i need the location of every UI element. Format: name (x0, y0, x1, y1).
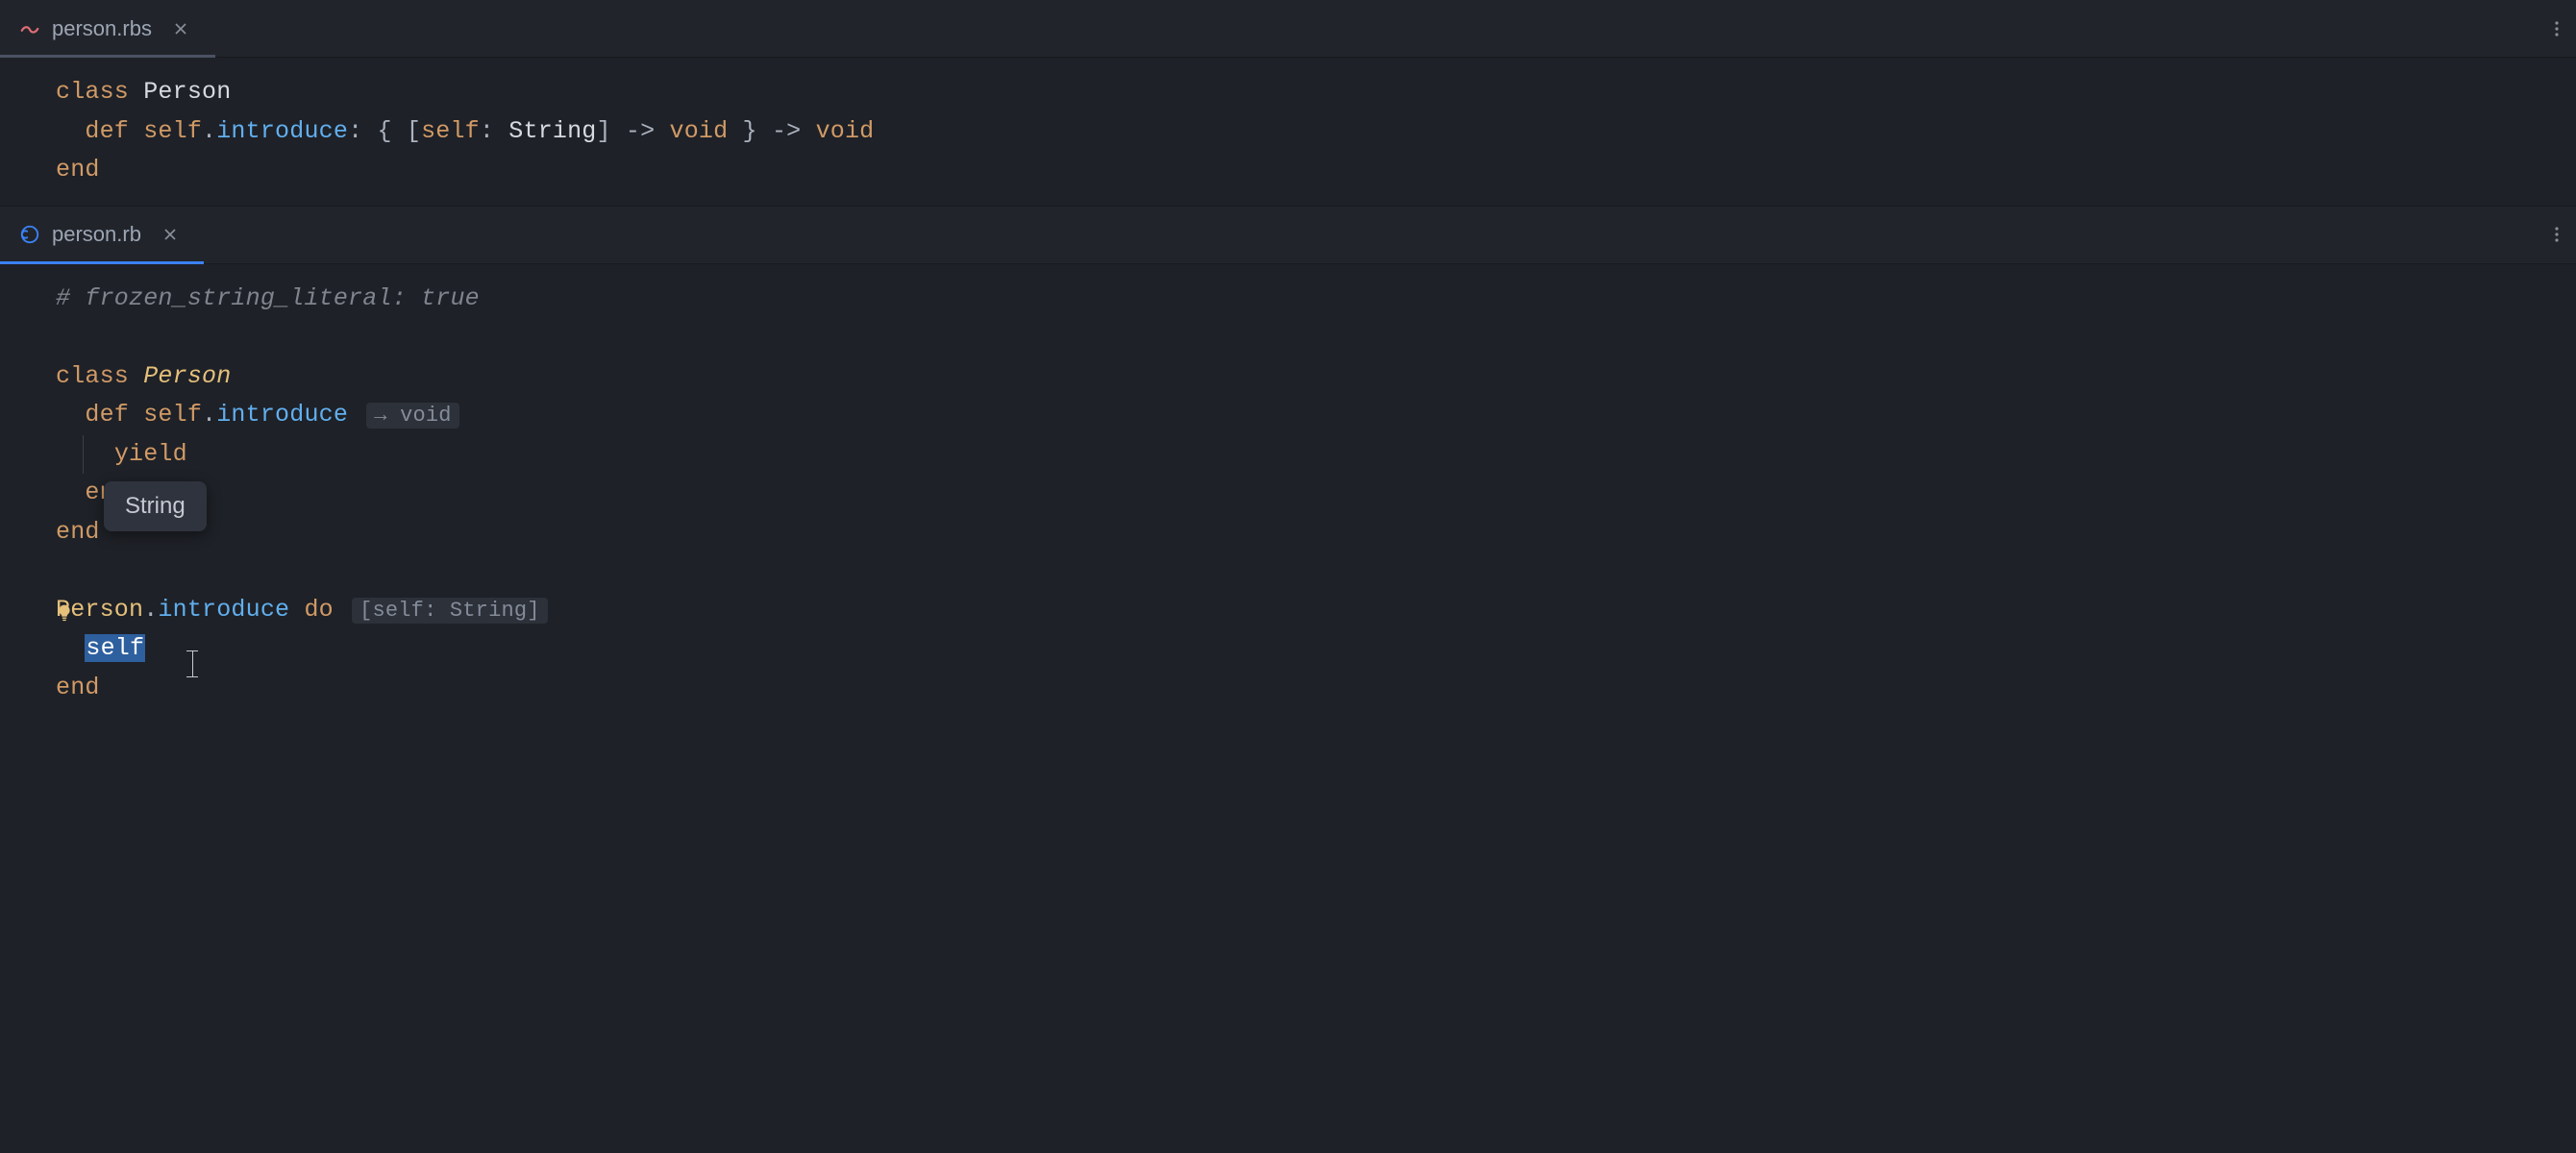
code-line[interactable]: def self.introduce: { [self: String] -> … (56, 112, 2576, 152)
token (129, 117, 143, 145)
token: self (143, 117, 202, 145)
token (129, 78, 143, 106)
code-line[interactable]: self (56, 629, 2576, 669)
code-area[interactable]: # frozen_string_literal: true class Pers… (0, 264, 2576, 724)
code-line[interactable] (56, 318, 2576, 357)
inlay-hint: → void (366, 403, 458, 429)
token: class (56, 362, 129, 390)
token: introduce (216, 117, 348, 145)
token: . (202, 117, 216, 145)
token: } -> (728, 117, 815, 145)
more-icon[interactable] (2543, 15, 2570, 42)
token: introduce (158, 596, 289, 624)
token: : { [ (348, 117, 421, 145)
inlay-hint: [self: String] (352, 598, 548, 624)
code-line[interactable]: class Person (56, 73, 2576, 112)
code-line[interactable]: end (56, 474, 2576, 513)
code-area[interactable]: class Person def self.introduce: { [self… (0, 58, 2576, 206)
token (129, 401, 143, 429)
token: void (816, 117, 875, 145)
token: . (143, 596, 158, 624)
token: # frozen_string_literal: true (56, 284, 480, 312)
token: def (85, 117, 129, 145)
token: end (56, 674, 100, 701)
token: self (85, 634, 145, 662)
tab-bar: person.rb (0, 207, 2576, 264)
code-line[interactable] (56, 552, 2576, 591)
token: self (421, 117, 480, 145)
more-icon[interactable] (2543, 221, 2570, 248)
tab-person-rbs[interactable]: person.rbs (6, 0, 210, 57)
token: ] -> (597, 117, 670, 145)
tab-label: person.rbs (52, 16, 152, 41)
token: def (85, 401, 129, 429)
editor-pane-bottom: person.rb # frozen_string_literal: true … (0, 207, 2576, 724)
code-line[interactable]: Person.introduce do [self: String] (56, 591, 2576, 630)
token (289, 596, 304, 624)
token: self (143, 401, 202, 429)
lightbulb-icon[interactable] (54, 599, 75, 620)
code-line[interactable]: # frozen_string_literal: true (56, 280, 2576, 319)
code-line[interactable]: end (56, 669, 2576, 708)
close-icon[interactable] (161, 225, 180, 244)
code-line[interactable]: end (56, 151, 2576, 190)
tab-underline (0, 55, 215, 58)
token: do (304, 596, 333, 624)
close-icon[interactable] (171, 19, 190, 38)
token: end (56, 518, 100, 546)
editor-pane-top: person.rbs class Person def self.introdu… (0, 0, 2576, 206)
token: class (56, 78, 129, 106)
token: : (480, 117, 508, 145)
tab-bar: person.rbs (0, 0, 2576, 58)
code-line[interactable]: def self.introduce → void (56, 396, 2576, 435)
code-line[interactable]: yield (56, 435, 2576, 475)
token: Person (143, 362, 231, 390)
hover-tooltip: String (104, 481, 207, 531)
ruby-file-icon (19, 224, 40, 245)
token: Person (143, 78, 231, 106)
token: String (508, 117, 596, 145)
code-line[interactable]: class Person (56, 357, 2576, 397)
token: yield (114, 440, 187, 468)
token (129, 362, 143, 390)
token: introduce (216, 401, 348, 429)
tab-label: person.rb (52, 222, 141, 247)
ruby-signature-icon (19, 18, 40, 39)
token: void (670, 117, 729, 145)
token: end (56, 156, 100, 184)
code-line[interactable]: end (56, 513, 2576, 552)
tab-person-rb[interactable]: person.rb (6, 207, 199, 263)
token: . (202, 401, 216, 429)
